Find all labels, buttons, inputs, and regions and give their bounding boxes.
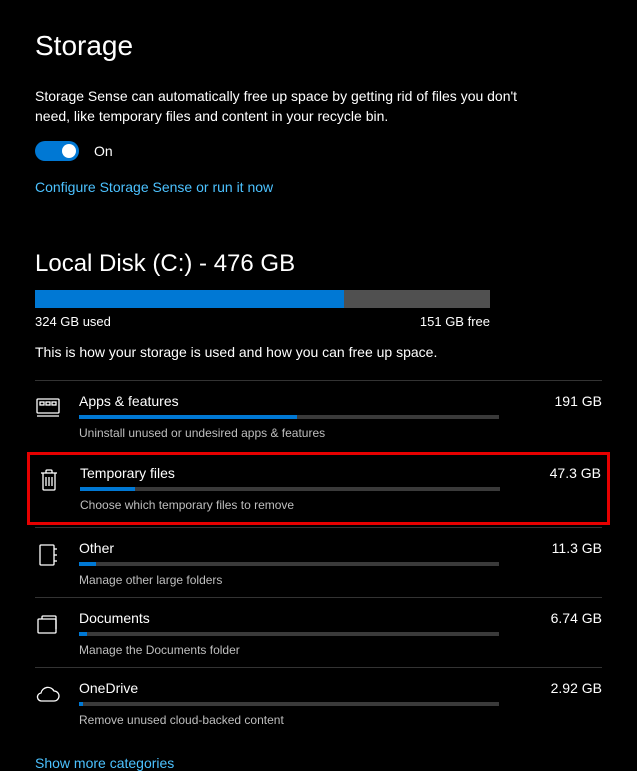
category-subtext: Uninstall unused or undesired apps & fea… bbox=[79, 426, 602, 440]
category-row-other[interactable]: Other 11.3 GB Manage other large folders bbox=[35, 527, 602, 597]
category-size: 191 GB bbox=[555, 393, 602, 409]
category-row-onedrive[interactable]: OneDrive 2.92 GB Remove unused cloud-backe… bbox=[35, 667, 602, 737]
category-subtext: Manage other large folders bbox=[79, 573, 602, 587]
category-label: Apps & features bbox=[79, 393, 179, 409]
category-row-documents[interactable]: Documents 6.74 GB Manage the Documents fol… bbox=[35, 597, 602, 667]
category-size: 47.3 GB bbox=[550, 465, 601, 481]
category-bar bbox=[79, 562, 499, 566]
storage-sense-description: Storage Sense can automatically free up … bbox=[35, 87, 535, 126]
other-icon bbox=[35, 542, 61, 568]
documents-icon bbox=[35, 612, 61, 638]
category-label: OneDrive bbox=[79, 680, 138, 696]
category-size: 11.3 GB bbox=[552, 540, 602, 556]
apps-icon bbox=[35, 395, 61, 421]
category-label: Documents bbox=[79, 610, 150, 626]
disk-title: Local Disk (C:) - 476 GB bbox=[35, 250, 602, 278]
category-bar bbox=[79, 415, 499, 419]
disk-free-label: 151 GB free bbox=[420, 314, 490, 329]
category-label: Temporary files bbox=[80, 465, 175, 481]
disk-usage-bar bbox=[35, 290, 602, 308]
page-title: Storage bbox=[35, 30, 602, 62]
storage-sense-toggle-label: On bbox=[94, 143, 113, 159]
usage-hint: This is how your storage is used and how… bbox=[35, 344, 602, 360]
disk-used-segment bbox=[35, 290, 344, 308]
storage-sense-toggle[interactable] bbox=[35, 141, 79, 161]
category-row-temp[interactable]: Temporary files 47.3 GB Choose which tempo… bbox=[27, 452, 610, 525]
category-size: 2.92 GB bbox=[551, 680, 602, 696]
trash-icon bbox=[36, 467, 62, 493]
disk-used-label: 324 GB used bbox=[35, 314, 111, 329]
cloud-icon bbox=[35, 682, 61, 708]
category-bar bbox=[80, 487, 500, 491]
category-bar bbox=[79, 632, 499, 636]
category-subtext: Choose which temporary files to remove bbox=[80, 498, 601, 512]
show-more-categories-link[interactable]: Show more categories bbox=[35, 755, 602, 771]
category-subtext: Remove unused cloud-backed content bbox=[79, 713, 602, 727]
category-label: Other bbox=[79, 540, 114, 556]
category-row-apps[interactable]: Apps & features 191 GB Uninstall unused or… bbox=[35, 380, 602, 450]
category-subtext: Manage the Documents folder bbox=[79, 643, 602, 657]
category-bar bbox=[79, 702, 499, 706]
configure-storage-sense-link[interactable]: Configure Storage Sense or run it now bbox=[35, 179, 602, 195]
category-size: 6.74 GB bbox=[551, 610, 602, 626]
